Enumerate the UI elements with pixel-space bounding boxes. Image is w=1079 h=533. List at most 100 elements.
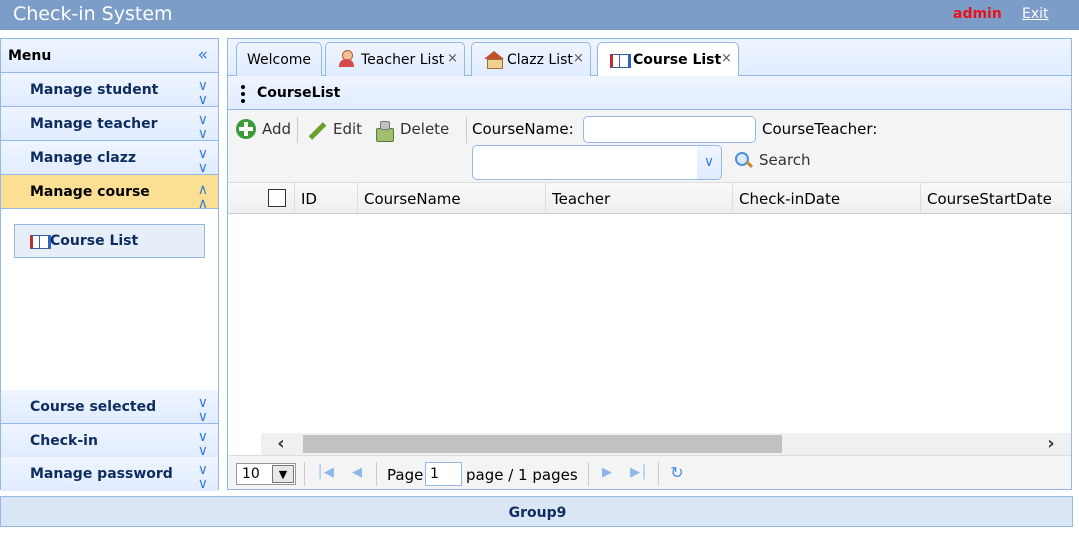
delete-button[interactable]: Delete [374,119,454,142]
sidebar-item-label: Manage password [30,466,173,482]
sidebar-link-course-list[interactable]: Course List [14,224,205,258]
sidebar-item-check-in[interactable]: Check-in ∨ ∨ [1,424,218,458]
sidebar-item-label: Manage teacher [30,116,158,132]
sidebar-item-label: Manage clazz [30,150,137,166]
toolbar-divider [297,117,298,143]
add-label: Add [262,120,292,138]
chevron-down-icon: ▼ [272,465,294,483]
current-user: admin [953,6,1002,22]
table-body [228,215,1071,433]
menu-title: Menu [8,48,52,64]
add-button[interactable]: Add [236,119,294,141]
panel-title: CourseList [257,85,341,101]
delete-label: Delete [400,120,450,138]
next-page-icon[interactable]: ▶ [598,464,616,482]
course-teacher-label: CourseTeacher: [762,120,878,138]
column-label: Check-inDate [739,190,841,208]
select-all-checkbox[interactable] [268,189,286,207]
course-name-input[interactable] [583,116,756,143]
tab-label: Course List [633,52,722,68]
sidebar-item-manage-password[interactable]: Manage password ∨ ∨ [1,457,218,491]
book-icon [30,234,51,249]
chevron-double-down-icon: ∨ ∨ [197,395,208,425]
sidebar-item-course-selected[interactable]: Course selected ∨ ∨ [1,390,218,424]
tab-label: Welcome [247,52,312,68]
last-page-icon[interactable]: ▶│ [630,464,648,482]
page-number-input[interactable] [425,462,462,486]
chevron-double-down-icon: ∨ ∨ [197,78,208,108]
scrollbar-thumb[interactable] [303,435,782,453]
course-name-label: CourseName: [472,120,574,138]
book-icon [610,53,631,68]
scroll-left-icon[interactable]: ‹ [261,433,301,455]
close-icon[interactable]: × [721,51,732,66]
collapse-left-icon[interactable]: « [198,45,208,65]
chevron-double-down-icon: ∨ ∨ [197,146,208,176]
tab-clazz-list[interactable]: Clazz List × [471,42,591,76]
tab-label: Clazz List [507,52,573,68]
chevron-double-down-icon: ∨ ∨ [197,462,208,492]
footer-text: Group9 [508,505,567,521]
course-teacher-select[interactable]: ∨ [472,145,722,180]
chevron-down-icon[interactable]: ∨ [697,146,721,179]
page-size-value: 10 [242,466,260,482]
sidebar-item-label: Check-in [30,433,98,449]
horizontal-scrollbar[interactable]: ‹ › [261,433,1071,455]
pencil-icon [308,122,326,140]
add-icon [236,119,256,139]
sidebar-item-label: Course selected [30,399,157,415]
edit-label: Edit [333,120,363,138]
page-label: Page [387,466,424,484]
column-header-id[interactable]: ID [295,183,358,213]
tabs-bar: Welcome Teacher List × Clazz List × Cour… [228,39,1071,77]
refresh-icon[interactable]: ↻ [668,464,686,482]
column-label: ID [301,190,317,208]
toolbar-divider [466,117,467,143]
search-icon [735,152,753,170]
close-icon[interactable]: × [447,51,458,66]
tab-label: Teacher List [361,52,445,68]
search-button[interactable]: Search [735,151,819,173]
column-header-course-name[interactable]: CourseName [358,183,546,213]
first-page-icon[interactable]: │◀ [316,464,334,482]
chevron-double-up-icon: ∧ ∧ [197,182,208,212]
app-title: Check-in System [13,3,173,25]
table-header: ID CourseName Teacher Check-inDate Cours… [228,183,1071,214]
column-header-course-start-date[interactable]: CourseStartDate [921,183,1071,213]
house-icon [484,51,504,69]
sidebar-link-label: Course List [50,233,139,249]
tab-teacher-list[interactable]: Teacher List × [325,42,465,76]
prev-page-icon[interactable]: ◀ [348,464,366,482]
search-label: Search [759,151,811,169]
tab-welcome[interactable]: Welcome [236,42,322,76]
toolbar: Add Edit Delete CourseName: CourseTeache… [228,110,1071,183]
vertical-dots-icon [241,85,245,103]
page-size-select[interactable]: 10 ▼ [236,463,296,485]
pager-divider [588,462,589,486]
menu-header: Menu « [1,39,218,73]
scroll-right-icon[interactable]: › [1031,433,1071,455]
pager-divider [658,462,659,486]
panel-header: CourseList [228,76,1071,110]
select-all-column [261,183,295,213]
sidebar-item-manage-teacher[interactable]: Manage teacher ∨ ∨ [1,107,218,141]
edit-button[interactable]: Edit [308,119,368,141]
pager-divider [304,462,305,486]
sidebar-item-manage-course[interactable]: Manage course ∧ ∧ [1,175,218,212]
column-header-check-in-date[interactable]: Check-inDate [733,183,921,213]
column-label: Teacher [552,190,611,208]
column-header-teacher[interactable]: Teacher [546,183,733,213]
exit-link[interactable]: Exit [1022,6,1049,22]
close-icon[interactable]: × [573,51,584,66]
sidebar-item-manage-clazz[interactable]: Manage clazz ∨ ∨ [1,141,218,175]
sidebar-item-manage-student[interactable]: Manage student ∨ ∨ [1,73,218,107]
pager-divider [376,462,377,486]
chevron-double-down-icon: ∨ ∨ [197,112,208,142]
sidebar: Menu « Manage student ∨ ∨ Manage teacher … [0,38,219,491]
column-label: CourseStartDate [927,190,1052,208]
pagination-bar: 10 ▼ │◀ ◀ Page page / 1 pages ▶ ▶│ ↻ [228,455,1071,489]
tab-course-list[interactable]: Course List × [597,42,739,77]
sidebar-item-label: Manage student [30,82,159,98]
app-header: Check-in System admin Exit [0,0,1079,30]
page-count-text: page / 1 pages [466,466,578,484]
